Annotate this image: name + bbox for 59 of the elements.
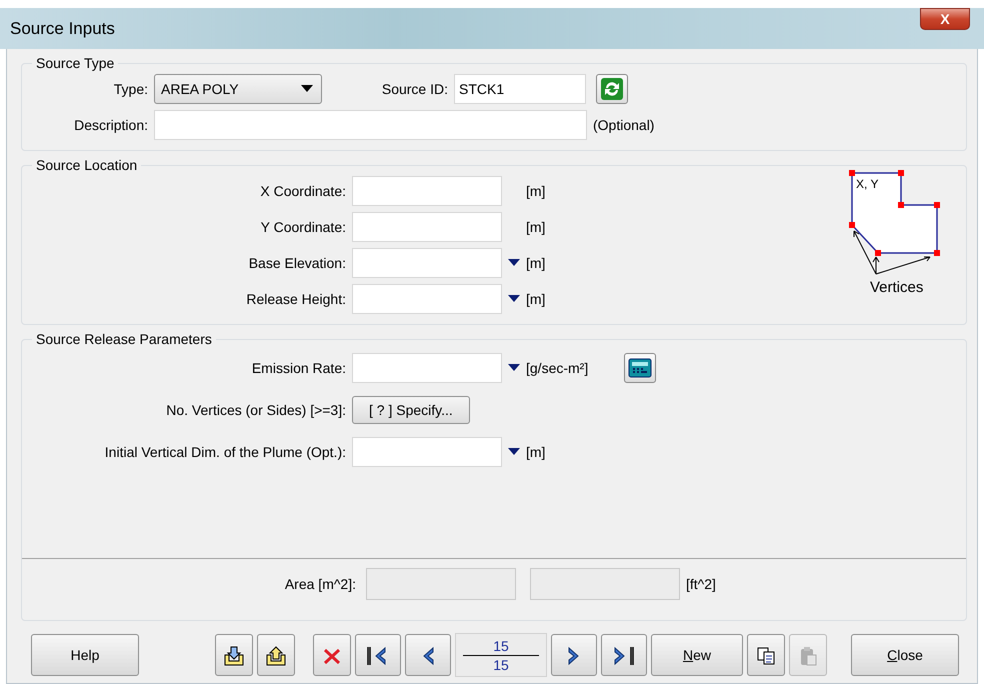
optional-note: (Optional) <box>593 117 654 133</box>
copy-icon <box>756 646 776 666</box>
field-label: X Coordinate: <box>259 183 347 199</box>
close-button[interactable]: Close <box>851 634 959 676</box>
unit-label: [m] <box>526 444 546 460</box>
input-field[interactable] <box>352 248 502 278</box>
input-field[interactable] <box>352 353 502 383</box>
unit-label: [m] <box>526 183 546 199</box>
field-label: Release Height: <box>245 291 347 307</box>
unit-label: [g/sec-m²] <box>526 360 588 376</box>
group-title: Source Release Parameters <box>35 331 213 347</box>
unit-label: [m] <box>526 255 546 271</box>
specify-button[interactable]: [ ? ] Specify... <box>352 396 470 424</box>
window-close-button[interactable]: X <box>920 8 970 30</box>
dropdown-arrow-icon[interactable] <box>508 259 520 267</box>
tray-arrow-down-icon <box>223 645 245 668</box>
dropdown-arrow-icon[interactable] <box>508 448 520 456</box>
last-record-button[interactable] <box>601 634 647 676</box>
input-field[interactable] <box>352 212 502 242</box>
clipboard-icon <box>798 645 818 668</box>
group-title: Source Location <box>35 157 138 173</box>
unit-label: [ft^2] <box>686 576 716 592</box>
type-dropdown[interactable]: AREA POLY <box>154 74 322 104</box>
help-button[interactable]: Help <box>31 634 139 676</box>
export-button[interactable] <box>257 634 295 676</box>
previous-button[interactable] <box>405 634 451 676</box>
field-label: Area [m^2]: <box>284 576 357 592</box>
total-records: 15 <box>493 656 509 674</box>
import-button[interactable] <box>215 634 253 676</box>
tray-arrow-up-icon <box>265 645 287 668</box>
dropdown-arrow-icon[interactable] <box>508 364 520 372</box>
source-id-field[interactable]: STCK1 <box>454 74 586 104</box>
copy-button[interactable] <box>747 634 785 676</box>
field-label: Emission Rate: <box>250 360 347 376</box>
caret-icon[interactable] <box>301 85 313 93</box>
field-label: Description: <box>73 117 149 133</box>
calculator-button[interactable] <box>624 353 656 383</box>
field-label: Base Elevation: <box>248 255 347 271</box>
field-label: No. Vertices (or Sides) [>=3]: <box>165 402 347 418</box>
input-field[interactable] <box>352 284 502 314</box>
new-button[interactable]: New <box>651 634 743 676</box>
first-record-button[interactable] <box>355 634 401 676</box>
description-field[interactable] <box>154 110 587 140</box>
refresh-button[interactable] <box>596 74 628 104</box>
window-title: Source Inputs <box>10 18 115 38</box>
field-label: Initial Vertical Dim. of the Plume (Opt.): <box>104 444 347 460</box>
field-label: Type: <box>112 81 149 97</box>
field-label: Source ID: <box>380 81 449 97</box>
current-record: 15 <box>493 636 509 654</box>
field-label: Y Coordinate: <box>260 219 347 235</box>
dropdown-arrow-icon[interactable] <box>508 295 520 303</box>
input-field[interactable] <box>352 437 502 467</box>
delete-icon <box>322 646 342 666</box>
delete-button[interactable] <box>313 634 351 676</box>
next-button[interactable] <box>551 634 597 676</box>
group-title: Source Type <box>35 55 116 71</box>
unit-label: [m] <box>526 219 546 235</box>
input-field[interactable] <box>352 176 502 206</box>
unit-label: [m] <box>526 291 546 307</box>
